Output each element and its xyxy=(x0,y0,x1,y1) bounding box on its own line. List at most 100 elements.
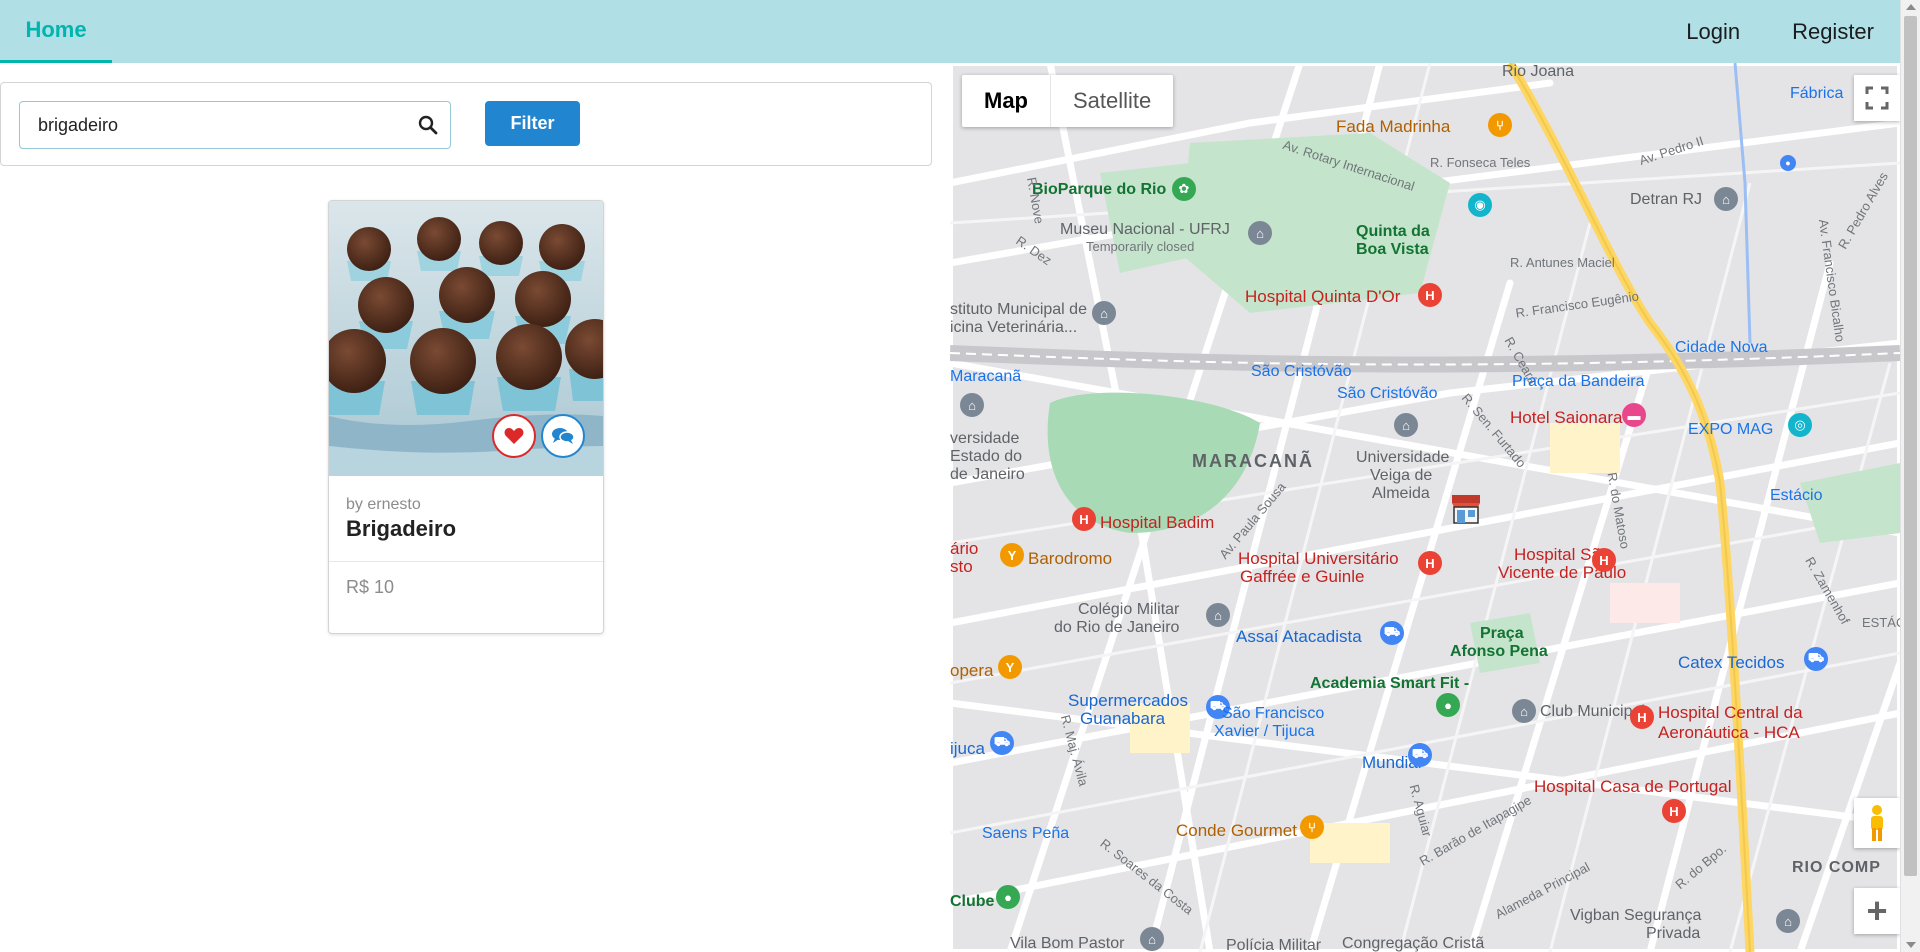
search-input[interactable] xyxy=(20,102,410,148)
map-label-vigban-1: Vigban Segurança xyxy=(1570,907,1702,924)
map-label-colegio-1: Colégio Militar xyxy=(1078,601,1180,618)
map-label-supermercados-2: Guanabara xyxy=(1080,709,1166,728)
conde-gourmet-icon[interactable]: ⑂ xyxy=(1300,815,1324,839)
map-label-estacio: Estácio xyxy=(1770,487,1823,504)
map-label-sao-francisco-1: São Francisco xyxy=(1222,705,1325,722)
expo-icon[interactable]: ◎ xyxy=(1788,413,1812,437)
map-label-praca-bandeira: Praça da Bandeira xyxy=(1512,373,1645,390)
map-type-satellite-button[interactable]: Satellite xyxy=(1051,75,1173,127)
nav-register-link[interactable]: Register xyxy=(1766,0,1900,63)
product-price: R$ 10 xyxy=(346,577,395,597)
opera-icon[interactable]: Y xyxy=(998,655,1022,679)
shopping-icon[interactable]: ⛟ xyxy=(1380,621,1404,645)
map-label-catex: Catex Tecidos xyxy=(1678,653,1785,672)
map-label-praca-afonso-1: Praça xyxy=(1480,625,1524,642)
product-title[interactable]: Brigadeiro xyxy=(346,516,586,542)
map-label-conde-gourmet: Conde Gourmet xyxy=(1176,821,1297,840)
product-card-footer: R$ 10 xyxy=(329,562,603,633)
hotel-icon[interactable]: ▬ xyxy=(1622,403,1646,427)
transit-icon[interactable]: ● xyxy=(1780,155,1796,171)
hospital-ufrj-icon[interactable]: H xyxy=(1418,551,1442,575)
museum-closed-icon[interactable]: ⌂ xyxy=(1248,221,1272,245)
map-label-sao-francisco-2: Xavier / Tijuca xyxy=(1214,723,1315,740)
like-button[interactable] xyxy=(492,414,536,458)
vila-bom-icon[interactable]: ⌂ xyxy=(1140,927,1164,951)
map-label-hospital-portugal: Hospital Casa de Portugal xyxy=(1534,777,1732,796)
map-label-clube: Clube xyxy=(950,893,995,910)
restaurant-icon[interactable]: ⑂ xyxy=(1488,113,1512,137)
top-navbar: Home Login Register xyxy=(0,0,1900,63)
map-label-sao-cristovao-1: São Cristóvão xyxy=(1251,363,1352,380)
map-label-universidade-3: de Janeiro xyxy=(950,466,1025,483)
map-label-dario-1: ário xyxy=(950,539,979,558)
product-author: by ernesto xyxy=(346,496,421,513)
map-label-barodromo: Barodromo xyxy=(1028,549,1113,568)
bar-icon[interactable]: Y xyxy=(1000,543,1024,567)
map-label-universidade-2: Estado do xyxy=(950,448,1023,465)
nav-login-link[interactable]: Login xyxy=(1660,0,1766,63)
street-view-pegman[interactable] xyxy=(1854,798,1900,848)
plus-icon: + xyxy=(1866,890,1888,931)
map-label-universidade-1: versidade xyxy=(950,430,1020,447)
store-marker-icon[interactable] xyxy=(1450,493,1482,525)
gym-icon[interactable]: ● xyxy=(1436,693,1460,717)
hospital-badim-icon[interactable]: H xyxy=(1072,507,1096,531)
map-label-hotel-saionara: Hotel Saionara xyxy=(1510,408,1623,427)
map-label-hospital-badim: Hospital Badim xyxy=(1100,513,1215,532)
tijuca-icon[interactable]: ⛟ xyxy=(990,731,1014,755)
university-veiga-icon[interactable]: ⌂ xyxy=(1394,413,1418,437)
pegman-icon xyxy=(1871,805,1883,841)
clube-icon[interactable]: ● xyxy=(996,885,1020,909)
vigban-icon[interactable]: ⌂ xyxy=(1776,909,1800,933)
filter-button[interactable]: Filter xyxy=(485,101,580,146)
scroll-up-icon[interactable] xyxy=(1906,4,1916,10)
map-label-instituto: stituto Municipal de xyxy=(950,301,1087,318)
product-card-body: by ernesto Brigadeiro xyxy=(329,476,603,562)
map-label-r-fonseca-teles: R. Fonseca Teles xyxy=(1430,155,1531,170)
map-label-rio-joana: Rio Joana xyxy=(1502,63,1575,80)
nav-home-link[interactable]: Home xyxy=(0,0,112,63)
map-label-supermercados-1: Supermercados xyxy=(1068,691,1189,710)
map-label-hospital-quinta: Hospital Quinta D'Or xyxy=(1245,287,1401,306)
hospital-central-icon[interactable]: H xyxy=(1630,705,1654,729)
map-label-academia: Academia Smart Fit - xyxy=(1310,675,1470,692)
map-label-temp-closed: Temporarily closed xyxy=(1086,239,1195,254)
map-label-boa-vista: Boa Vista xyxy=(1356,241,1429,258)
map-label-maracana-district: MARACANÃ xyxy=(1192,451,1314,471)
school-icon[interactable]: ⌂ xyxy=(1092,301,1116,325)
hospital-portugal-icon[interactable]: H xyxy=(1662,799,1686,823)
hospital-sao-icon[interactable]: H xyxy=(1592,548,1616,572)
map-label-hospital-ufrj-1: Hospital Universitário xyxy=(1238,549,1399,568)
map-label-hospital-central-1: Hospital Central da xyxy=(1658,703,1803,722)
mundial-icon[interactable]: ⛟ xyxy=(1408,743,1432,767)
map-label-fada-madrinha: Fada Madrinha xyxy=(1336,117,1451,136)
map-label-tijuca: ijuca xyxy=(950,739,985,758)
map-type-map-button[interactable]: Map xyxy=(962,75,1051,127)
chat-button[interactable] xyxy=(541,414,585,458)
hospital-icon[interactable]: H xyxy=(1418,283,1442,307)
map-view[interactable]: Rio Joana Fábrica Fada Madrinha ⑂ Av. Ro… xyxy=(950,63,1900,952)
filter-panel: Filter xyxy=(0,82,932,166)
museum-icon[interactable]: ◉ xyxy=(1468,193,1492,217)
zoo-icon[interactable]: ✿ xyxy=(1172,177,1196,201)
map-label-maracana-station: Maracanã xyxy=(950,368,1022,385)
fullscreen-button[interactable] xyxy=(1854,75,1900,121)
page-scrollbar[interactable] xyxy=(1900,0,1920,952)
zoom-in-button[interactable]: + xyxy=(1854,888,1900,934)
map-label-vila-bom: Vila Bom Pastor xyxy=(1010,935,1125,952)
university-icon[interactable]: ⌂ xyxy=(960,393,984,417)
map-label-estac: ESTÁC xyxy=(1862,615,1900,630)
scroll-down-icon[interactable] xyxy=(1906,942,1916,948)
map-label-bioparque: BioParque do Rio xyxy=(1032,181,1167,198)
map-type-control: Map Satellite xyxy=(962,75,1174,127)
colegio-icon[interactable]: ⌂ xyxy=(1206,603,1230,627)
scrollbar-thumb[interactable] xyxy=(1904,16,1917,876)
club-icon[interactable]: ⌂ xyxy=(1512,699,1536,723)
map-label-colegio-2: do Rio de Janeiro xyxy=(1054,619,1180,636)
catex-icon[interactable]: ⛟ xyxy=(1804,647,1828,671)
search-icon[interactable] xyxy=(418,115,438,135)
map-label-veiga-3: Almeida xyxy=(1372,485,1430,502)
map-label-rio-comp: RIO COMP xyxy=(1792,859,1881,876)
landmark-icon[interactable]: ⌂ xyxy=(1714,187,1738,211)
search-box xyxy=(19,101,451,149)
